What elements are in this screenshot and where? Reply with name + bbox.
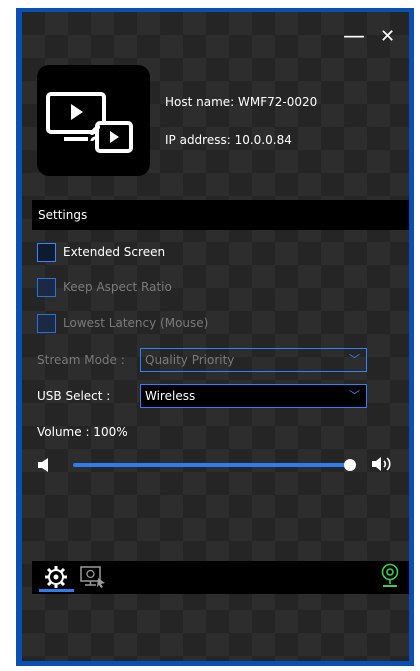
settings-header: Settings xyxy=(32,200,409,230)
screen-cast-icon xyxy=(37,65,150,176)
keep-aspect-ratio-checkbox xyxy=(37,277,56,297)
speaker-high-icon[interactable] xyxy=(371,456,393,476)
lowest-latency-label: Lowest Latency (Mouse) xyxy=(63,316,209,330)
usb-select-dropdown[interactable]: Wireless ﹀ xyxy=(140,384,367,408)
usb-select-value: Wireless xyxy=(145,389,196,403)
settings-header-label: Settings xyxy=(38,208,88,222)
volume-slider-track[interactable] xyxy=(73,463,350,467)
extended-screen-checkbox[interactable] xyxy=(37,242,56,262)
close-button[interactable]: ✕ xyxy=(380,26,395,48)
keep-aspect-ratio-option: Keep Aspect Ratio xyxy=(37,276,172,298)
volume-slider-thumb[interactable] xyxy=(344,459,356,471)
chevron-down-icon: ﹀ xyxy=(349,389,360,402)
ip-address-text: IP address: 10.0.0.84 xyxy=(165,133,292,147)
lowest-latency-checkbox xyxy=(37,313,56,333)
chevron-down-icon: ﹀ xyxy=(349,353,360,366)
speaker-low-icon[interactable] xyxy=(37,457,51,476)
usb-select-label: USB Select : xyxy=(37,389,111,403)
stream-mode-label: Stream Mode : xyxy=(37,353,125,367)
webcam-icon[interactable] xyxy=(381,563,399,593)
stream-mode-value: Quality Priority xyxy=(145,353,235,367)
keep-aspect-ratio-label: Keep Aspect Ratio xyxy=(63,280,172,294)
host-name-text: Host name: WMF72-0020 xyxy=(165,95,318,109)
stream-mode-select: Quality Priority ﹀ xyxy=(140,348,367,372)
minimize-button[interactable]: — xyxy=(343,26,365,48)
display-pointer-icon[interactable] xyxy=(80,566,106,592)
app-window: — ✕ Host name: WMF72-0020 IP address: 10… xyxy=(22,12,409,661)
extended-screen-label: Extended Screen xyxy=(63,245,166,259)
lowest-latency-option: Lowest Latency (Mouse) xyxy=(37,312,208,334)
extended-screen-option[interactable]: Extended Screen xyxy=(37,241,165,263)
volume-label: Volume : 100% xyxy=(37,425,128,439)
settings-tab-indicator xyxy=(39,589,74,592)
